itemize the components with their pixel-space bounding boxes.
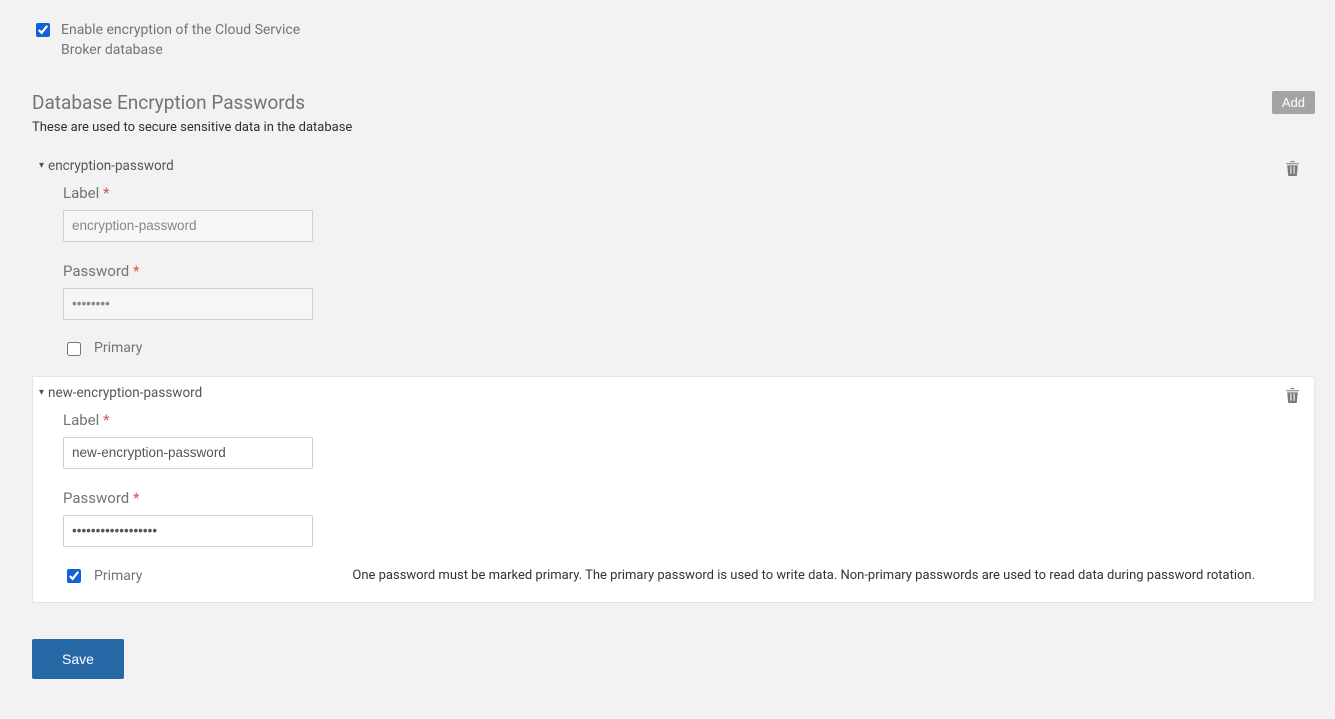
entry-header[interactable]: ▾ new-encryption-password (33, 385, 1314, 401)
primary-checkbox[interactable] (67, 342, 81, 356)
caret-down-icon: ▾ (39, 387, 44, 398)
enable-encryption-label: Enable encryption of the Cloud Service B… (61, 20, 311, 61)
section-header: Database Encryption Passwords These are … (32, 91, 1315, 149)
label-field-label: Label * (63, 411, 1306, 429)
entry-name: encryption-password (48, 158, 174, 174)
primary-note: One password must be marked primary. The… (352, 567, 1306, 585)
password-input[interactable] (63, 515, 313, 547)
password-field-label: Password * (63, 262, 1306, 280)
label-field-label: Label * (63, 184, 1306, 202)
primary-checkbox[interactable] (67, 569, 81, 583)
save-button[interactable]: Save (32, 639, 124, 679)
entry-header[interactable]: ▾ encryption-password (33, 158, 1314, 174)
trash-icon (1285, 160, 1300, 177)
enable-encryption-checkbox[interactable] (36, 23, 50, 37)
password-entry: ▾ encryption-password Label * Password *… (32, 149, 1315, 376)
enable-encryption-row: Enable encryption of the Cloud Service B… (32, 20, 1315, 61)
add-button[interactable]: Add (1272, 91, 1315, 114)
password-entry: ▾ new-encryption-password Label * Passwo… (32, 376, 1315, 603)
section-subtitle: These are used to secure sensitive data … (32, 120, 352, 135)
trash-icon (1285, 387, 1300, 404)
primary-label: Primary (94, 340, 142, 356)
section-title: Database Encryption Passwords (32, 91, 352, 114)
delete-entry-button[interactable] (1285, 387, 1300, 408)
primary-label: Primary (94, 568, 142, 584)
label-input[interactable] (63, 437, 313, 469)
delete-entry-button[interactable] (1285, 160, 1300, 181)
password-field-label: Password * (63, 489, 1306, 507)
entry-name: new-encryption-password (48, 385, 202, 401)
password-input[interactable] (63, 288, 313, 320)
caret-down-icon: ▾ (39, 160, 44, 171)
label-input[interactable] (63, 210, 313, 242)
